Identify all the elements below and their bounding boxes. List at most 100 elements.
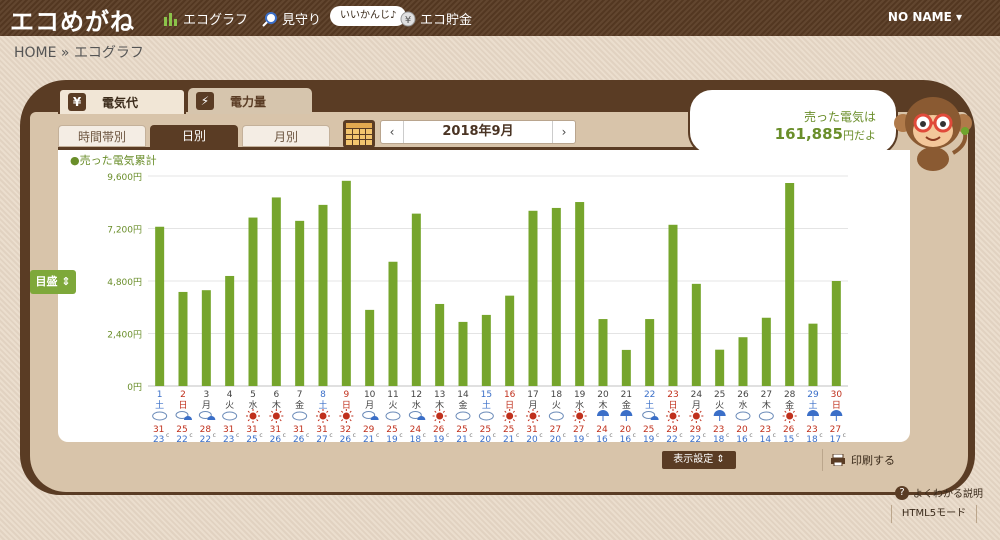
sun-ray: [247, 419, 250, 422]
temp-high: 31: [526, 425, 537, 435]
temp-high: 26: [433, 425, 445, 435]
calendar-icon[interactable]: [343, 120, 375, 148]
nav-ecochokin-label: エコ貯金: [420, 13, 473, 28]
degree-unit: c: [749, 432, 752, 439]
next-month-button[interactable]: ›: [553, 121, 575, 143]
degree-unit: c: [166, 432, 169, 439]
user-menu[interactable]: NO NAME ▾: [888, 10, 962, 24]
sun-ray: [691, 419, 694, 422]
print-button[interactable]: 印刷する: [822, 449, 910, 471]
temp-high: 26: [783, 425, 795, 435]
tab-electricity-amount-label: 電力量: [230, 94, 267, 109]
lightning-icon: ⚡: [196, 92, 214, 110]
html5-mode-link[interactable]: HTML5モード: [891, 505, 977, 523]
x-tick-day: 10: [364, 390, 376, 400]
temp-low: 21: [456, 435, 467, 442]
prev-month-button[interactable]: ‹: [381, 121, 403, 143]
question-icon: ?: [895, 485, 909, 500]
app-logo[interactable]: エコめがね: [10, 2, 135, 37]
bar: [458, 321, 468, 386]
x-tick-day: 27: [761, 390, 772, 400]
temp-low: 19: [433, 435, 445, 442]
x-tick-day: 3: [203, 390, 209, 400]
temp-low: 18: [410, 435, 422, 442]
temp-high: 31: [153, 425, 164, 435]
tab-daily[interactable]: 日別: [150, 125, 238, 147]
sun-ray: [536, 419, 539, 422]
sun-ray: [504, 410, 507, 413]
bar: [761, 317, 771, 386]
sun-ray: [792, 419, 795, 422]
degree-unit: c: [376, 432, 379, 439]
y-tick-label: 2,400円: [107, 330, 142, 341]
x-tick-weekday: 火: [715, 400, 724, 411]
tab-monthly[interactable]: 月別: [242, 125, 330, 147]
x-tick-day: 4: [227, 390, 233, 400]
cloud-icon: [292, 411, 308, 421]
degree-unit: c: [843, 432, 846, 439]
sold-electricity-bubble: 売った電気は 161,885円だよ: [688, 88, 898, 156]
temp-high: 29: [690, 425, 702, 435]
bar: [575, 202, 585, 386]
degree-unit: c: [796, 432, 799, 439]
y-tick-label: 4,800円: [107, 277, 142, 288]
sun-ray: [691, 410, 694, 413]
temp-high: 32: [340, 425, 351, 435]
temp-low: 18: [806, 435, 818, 442]
nav-mimamori[interactable]: 見守り: [262, 9, 321, 28]
sun-ray: [512, 419, 515, 422]
bar-chart-icon: [164, 12, 177, 26]
temp-high: 25: [480, 425, 491, 435]
sun-ray: [317, 410, 320, 413]
tab-electricity-amount[interactable]: ⚡ 電力量: [188, 88, 312, 114]
sun-ray: [341, 419, 344, 422]
sun-ray: [667, 410, 670, 413]
temp-low: 22: [690, 435, 701, 442]
tab-hourly[interactable]: 時間帯別: [58, 125, 146, 147]
x-tick-day: 28: [784, 390, 796, 400]
temp-high: 25: [503, 425, 514, 435]
tab-electricity-cost[interactable]: ¥ 電気代: [58, 88, 186, 114]
sun-ray: [574, 419, 577, 422]
x-tick-day: 1: [157, 390, 163, 400]
sun-icon: [576, 412, 584, 420]
nav-ecograph[interactable]: エコグラフ: [163, 9, 248, 28]
nav-ecochokin[interactable]: ¥ エコ貯金: [400, 9, 472, 28]
printer-icon: [831, 454, 845, 466]
display-settings-button[interactable]: 表示設定 ⇕: [662, 451, 736, 469]
x-tick-weekday: 木: [762, 399, 771, 411]
help-label: よくわかる説明: [913, 489, 983, 500]
y-tick-label: 7,200円: [107, 225, 142, 236]
temp-high: 25: [386, 425, 397, 435]
temp-low: 22: [666, 435, 677, 442]
sun-ray: [676, 410, 679, 413]
temp-low: 17: [830, 435, 841, 442]
speech-bubble: いいかんじ♪: [330, 6, 407, 26]
month-navigator: ‹ 2018年9月 ›: [380, 120, 576, 144]
help-link[interactable]: ? よくわかる説明: [895, 485, 983, 500]
x-tick-day: 6: [273, 390, 279, 400]
scale-select-button[interactable]: 目盛 ⇕: [30, 270, 76, 294]
sun-ray: [349, 419, 352, 422]
sun-ray: [676, 419, 679, 422]
temp-low: 21: [503, 435, 514, 442]
x-tick-day: 15: [481, 390, 492, 400]
temp-low: 27: [316, 435, 327, 442]
sun-ray: [574, 410, 577, 413]
sun-ray: [256, 419, 259, 422]
cloud-icon: [478, 411, 494, 421]
bar: [318, 204, 328, 386]
x-tick-day: 18: [551, 390, 563, 400]
temp-high: 25: [176, 425, 187, 435]
month-label: 2018年9月: [403, 121, 553, 143]
degree-unit: c: [189, 432, 192, 439]
sun-ray: [792, 410, 795, 413]
bar: [738, 337, 748, 386]
breadcrumb: HOME » エコグラフ: [14, 45, 144, 61]
sun-icon: [342, 412, 350, 420]
x-tick-day: 13: [434, 390, 445, 400]
x-tick-day: 16: [504, 390, 516, 400]
x-tick-weekday: 土: [645, 399, 654, 411]
temp-low: 16: [736, 435, 748, 442]
magnifier-icon: [262, 11, 277, 27]
